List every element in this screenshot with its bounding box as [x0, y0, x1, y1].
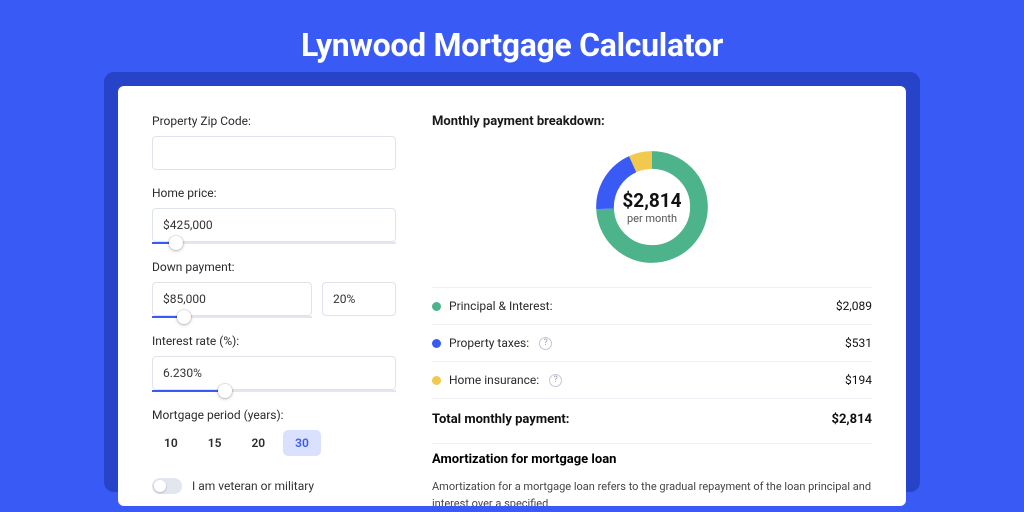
legend-label: Property taxes: [449, 336, 529, 350]
dot-icon [432, 339, 441, 348]
legend-row-insurance: Home insurance: ? $194 [432, 362, 872, 398]
period-options: 10 15 20 30 [152, 430, 396, 456]
down-payment-group: Down payment: [152, 260, 396, 318]
legend-label: Home insurance: [449, 373, 539, 387]
home-price-label: Home price: [152, 186, 396, 200]
interest-slider[interactable] [152, 390, 396, 392]
slider-knob[interactable] [177, 310, 191, 324]
period-label: Mortgage period (years): [152, 408, 396, 422]
calculator-stage: Property Zip Code: Home price: Down paym… [118, 86, 906, 506]
legend-row-principal: Principal & Interest: $2,089 [432, 288, 872, 324]
donut-center-value: $2,814 [622, 189, 681, 212]
interest-input[interactable] [152, 356, 396, 390]
total-label: Total monthly payment: [432, 412, 569, 427]
amortization-text: Amortization for a mortgage loan refers … [432, 479, 872, 506]
home-price-input[interactable] [152, 208, 396, 242]
home-price-slider[interactable] [152, 242, 396, 244]
down-payment-label: Down payment: [152, 260, 396, 274]
divider [432, 443, 872, 444]
down-payment-pct-input[interactable] [322, 282, 396, 316]
period-option-15[interactable]: 15 [196, 430, 234, 456]
help-icon[interactable]: ? [539, 337, 552, 350]
total-value: $2,814 [832, 412, 873, 427]
total-row: Total monthly payment: $2,814 [432, 399, 872, 443]
calculator-card: Property Zip Code: Home price: Down paym… [118, 86, 906, 506]
veteran-row: I am veteran or military [152, 478, 396, 494]
slider-fill [152, 390, 225, 392]
form-column: Property Zip Code: Home price: Down paym… [152, 114, 396, 506]
legend-label: Principal & Interest: [449, 299, 553, 313]
legend-value: $2,089 [836, 299, 872, 313]
zip-input[interactable] [152, 136, 396, 170]
donut-chart: $2,814 per month [590, 145, 714, 269]
dot-icon [432, 302, 441, 311]
zip-group: Property Zip Code: [152, 114, 396, 170]
down-payment-input[interactable] [152, 282, 312, 316]
interest-group: Interest rate (%): [152, 334, 396, 392]
zip-label: Property Zip Code: [152, 114, 396, 128]
veteran-label: I am veteran or military [192, 479, 314, 493]
down-payment-slider[interactable] [152, 316, 312, 318]
donut-center-sub: per month [627, 212, 677, 225]
legend-row-taxes: Property taxes: ? $531 [432, 325, 872, 361]
help-icon[interactable]: ? [549, 374, 562, 387]
veteran-switch[interactable] [152, 478, 182, 494]
amortization-title: Amortization for mortgage loan [432, 452, 872, 467]
interest-label: Interest rate (%): [152, 334, 396, 348]
period-option-20[interactable]: 20 [239, 430, 277, 456]
slider-knob[interactable] [169, 236, 183, 250]
period-option-10[interactable]: 10 [152, 430, 190, 456]
dot-icon [432, 376, 441, 385]
period-option-30[interactable]: 30 [283, 430, 321, 456]
legend-value: $194 [845, 373, 872, 387]
breakdown-title: Monthly payment breakdown: [432, 114, 872, 129]
breakdown-column: Monthly payment breakdown: $2,814 per mo… [432, 114, 872, 506]
donut-wrap: $2,814 per month [432, 145, 872, 269]
period-group: Mortgage period (years): 10 15 20 30 [152, 408, 396, 456]
legend-value: $531 [845, 336, 872, 350]
slider-knob[interactable] [218, 384, 232, 398]
home-price-group: Home price: [152, 186, 396, 244]
donut-center: $2,814 per month [590, 145, 714, 269]
